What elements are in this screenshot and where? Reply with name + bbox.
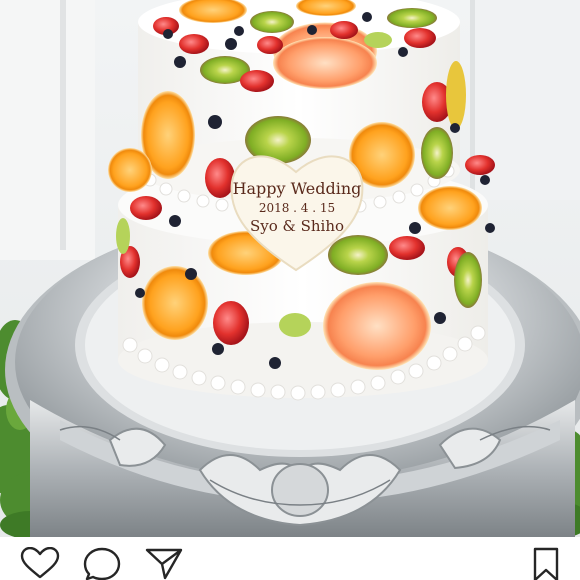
plaque-line-1: Happy Wedding	[233, 179, 362, 198]
send-icon	[145, 548, 183, 580]
post-photo[interactable]: Happy Wedding 2018 . 4 . 15 Syo & Shiho	[0, 0, 580, 537]
wedding-cake-illustration: Happy Wedding 2018 . 4 . 15 Syo & Shiho	[0, 0, 580, 537]
plaque-line-2: 2018 . 4 . 15	[259, 201, 335, 215]
comment-button[interactable]	[82, 547, 122, 580]
share-button[interactable]	[144, 547, 184, 580]
bookmark-icon	[533, 547, 559, 580]
plaque-line-3: Syo & Shiho	[250, 217, 344, 235]
save-button[interactable]	[527, 547, 567, 580]
heart-icon	[20, 547, 60, 579]
comment-bubble-icon	[83, 547, 121, 580]
like-button[interactable]	[20, 547, 60, 580]
post-action-bar	[0, 537, 580, 580]
